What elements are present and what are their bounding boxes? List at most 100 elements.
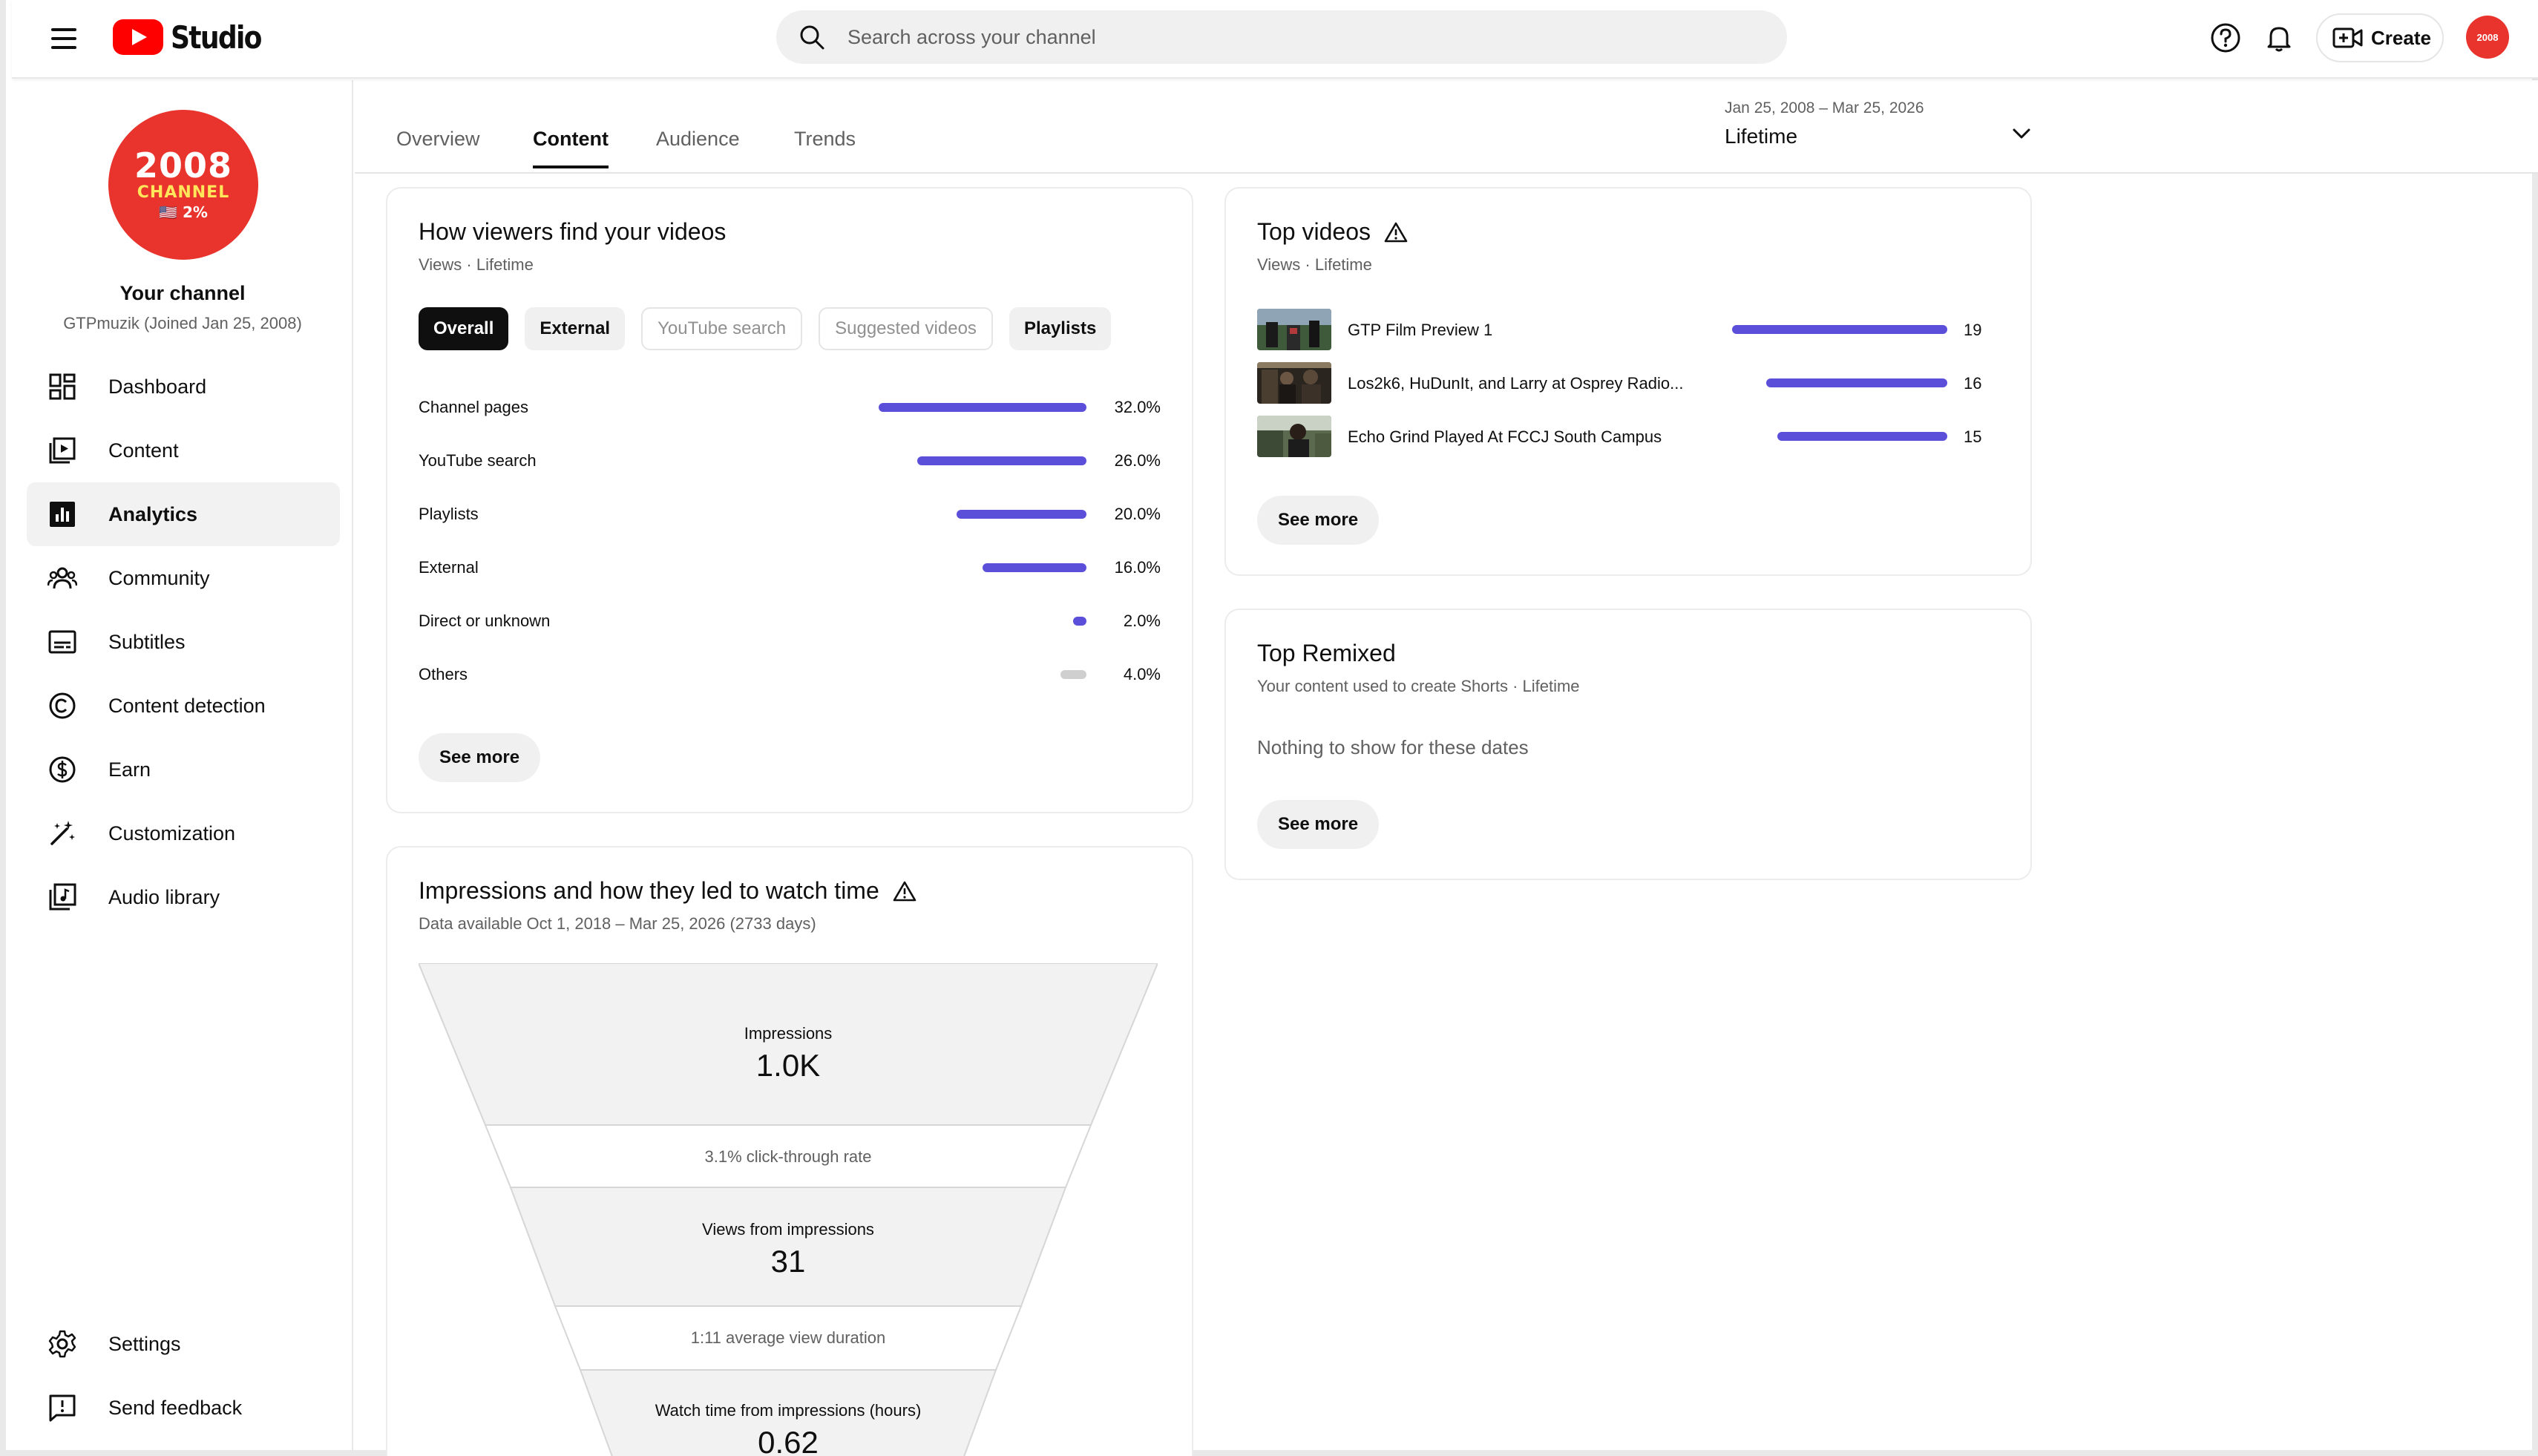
impressions-subtitle: Data available Oct 1, 2018 – Mar 25, 202… [419, 914, 816, 933]
sidebar-item-analytics[interactable]: Analytics [27, 482, 340, 546]
search-bar[interactable] [776, 10, 1787, 64]
video-views: 15 [1964, 427, 1982, 446]
top-videos-subtitle: Views · Lifetime [1257, 255, 1372, 274]
chip-youtube-search[interactable]: YouTube search [641, 307, 803, 350]
search-icon[interactable] [797, 22, 827, 52]
dashboard-icon [49, 373, 76, 400]
see-more-button[interactable]: See more [419, 733, 541, 782]
traffic-filter-chips: Overall External YouTube search Suggeste… [419, 307, 1112, 350]
chip-suggested-videos[interactable]: Suggested videos [819, 307, 993, 350]
create-label: Create [2371, 26, 2431, 49]
traffic-row-value: 26.0% [1114, 451, 1161, 470]
tab-overview[interactable]: Overview [396, 128, 480, 165]
video-title[interactable]: Los2k6, HuDunIt, and Larry at Osprey Rad… [1348, 374, 1704, 393]
date-range-picker[interactable]: Jan 25, 2008 – Mar 25, 2026 Lifetime [1725, 99, 2036, 162]
chip-overall[interactable]: Overall [419, 307, 509, 350]
video-views-bar [1777, 432, 1947, 441]
app-frame: Studio Search across your channel Create… [0, 0, 2538, 1456]
impressions-card: Impressions and how they led to watch ti… [386, 846, 1193, 1456]
sidebar-item-dashboard[interactable]: Dashboard [27, 355, 340, 419]
video-thumbnail[interactable] [1257, 416, 1331, 457]
traffic-row-value: 2.0% [1123, 611, 1161, 630]
date-range-label: Lifetime [1725, 125, 1798, 148]
sidebar-item-label: Subtitles [108, 630, 186, 653]
traffic-sources-card: How viewers find your videos Views · Lif… [386, 187, 1193, 813]
video-thumbnail[interactable] [1257, 309, 1331, 350]
traffic-row-bar [957, 510, 1086, 519]
video-title[interactable]: Echo Grind Played At FCCJ South Campus [1348, 427, 1704, 447]
sidebar-item-community[interactable]: Community [27, 546, 340, 610]
video-views-bar [1766, 378, 1947, 387]
account-avatar[interactable]: 2008 [2466, 16, 2509, 59]
traffic-row-bar [917, 456, 1086, 465]
card-title: Impressions and how they led to watch ti… [419, 877, 916, 905]
sidebar-item-label: Content [108, 439, 179, 462]
top-remixed-card: Top Remixed Your content used to create … [1224, 609, 2032, 880]
tab-content[interactable]: Content [533, 128, 609, 168]
top-video-row[interactable]: Echo Grind Played At FCCJ South Campus 1… [1257, 416, 1999, 459]
sidebar-item-content[interactable]: Content [27, 419, 340, 482]
create-button[interactable]: Create [2316, 13, 2444, 62]
sidebar-item-settings[interactable]: Settings [27, 1312, 340, 1376]
sidebar-item-audio-library[interactable]: Audio library [27, 865, 340, 929]
traffic-row-bar [1073, 617, 1086, 626]
sidebar-item-label: Dashboard [108, 375, 207, 398]
see-more-button[interactable]: See more [1257, 800, 1380, 849]
warning-icon[interactable] [893, 879, 916, 903]
top-videos-card: Top videos Views · Lifetime GTP Film Pre [1224, 187, 2032, 576]
sidebar-nav: Dashboard Content Analytics Community Su… [27, 355, 340, 929]
video-views-bar [1732, 325, 1947, 334]
audio-library-icon [49, 883, 76, 911]
see-more-button[interactable]: See more [1257, 496, 1380, 545]
views-from-impressions-label: Views from impressions [702, 1220, 874, 1239]
copyright-icon [49, 692, 76, 719]
sidebar-item-label: Settings [108, 1332, 181, 1355]
views-from-impressions-value: 31 [770, 1244, 806, 1279]
top-remixed-empty-message: Nothing to show for these dates [1257, 736, 1529, 758]
traffic-row-label: Playlists [419, 505, 479, 523]
sidebar-item-customization[interactable]: Customization [27, 801, 340, 865]
sidebar-item-send-feedback[interactable]: Send feedback [27, 1376, 340, 1440]
channel-subtitle: GTPmuzik (Joined Jan 25, 2008) [63, 314, 302, 332]
watch-time-label: Watch time from impressions (hours) [655, 1401, 922, 1420]
date-range-dates: Jan 25, 2008 – Mar 25, 2026 [1725, 99, 1924, 117]
video-camera-plus-icon [2332, 27, 2363, 48]
video-thumbnail[interactable] [1257, 362, 1331, 404]
youtube-play-icon [113, 19, 163, 55]
sidebar-item-earn[interactable]: Earn [27, 738, 340, 801]
tab-trends[interactable]: Trends [794, 128, 856, 165]
chevron-down-icon [2013, 128, 2030, 139]
traffic-row-label: External [419, 558, 479, 577]
help-icon[interactable] [2207, 19, 2244, 56]
impressions-label: Impressions [744, 1024, 833, 1043]
video-views: 19 [1964, 321, 1982, 339]
warning-icon[interactable] [1384, 220, 1408, 244]
menu-icon[interactable] [47, 22, 80, 55]
card-title: Top videos [1257, 218, 1408, 246]
avatar-line3: 🇺🇸 2% [159, 203, 208, 221]
traffic-row: External 16.0% [419, 554, 1161, 583]
traffic-row: YouTube search 26.0% [419, 447, 1161, 476]
subtitles-icon [48, 630, 76, 654]
notifications-bell-icon[interactable] [2260, 19, 2298, 56]
traffic-row-bar [983, 563, 1086, 572]
ctr-note: 3.1% click-through rate [704, 1147, 872, 1166]
studio-logo[interactable]: Studio [113, 16, 276, 58]
impressions-title: Impressions and how they led to watch ti… [419, 877, 879, 904]
sidebar-item-subtitles[interactable]: Subtitles [27, 610, 340, 674]
avatar-year: 2008 [134, 145, 233, 186]
top-videos-title: Top videos [1257, 218, 1371, 245]
video-title[interactable]: GTP Film Preview 1 [1348, 321, 1704, 340]
search-input[interactable] [847, 10, 1760, 64]
sidebar-item-content-detection[interactable]: Content detection [27, 674, 340, 738]
tab-audience[interactable]: Audience [656, 128, 740, 165]
top-video-row[interactable]: GTP Film Preview 1 19 [1257, 309, 1999, 352]
top-video-row[interactable]: Los2k6, HuDunIt, and Larry at Osprey Rad… [1257, 362, 1999, 405]
avatar-text: 2008 [2476, 31, 2499, 43]
chip-external[interactable]: External [525, 307, 626, 350]
sidebar-item-label: Send feedback [108, 1396, 243, 1419]
chip-playlists[interactable]: Playlists [1009, 307, 1112, 350]
sidebar-item-label: Customization [108, 822, 236, 845]
channel-avatar[interactable]: 2008 CHANNEL 🇺🇸 2% [108, 110, 258, 260]
analytics-icon [50, 502, 75, 527]
